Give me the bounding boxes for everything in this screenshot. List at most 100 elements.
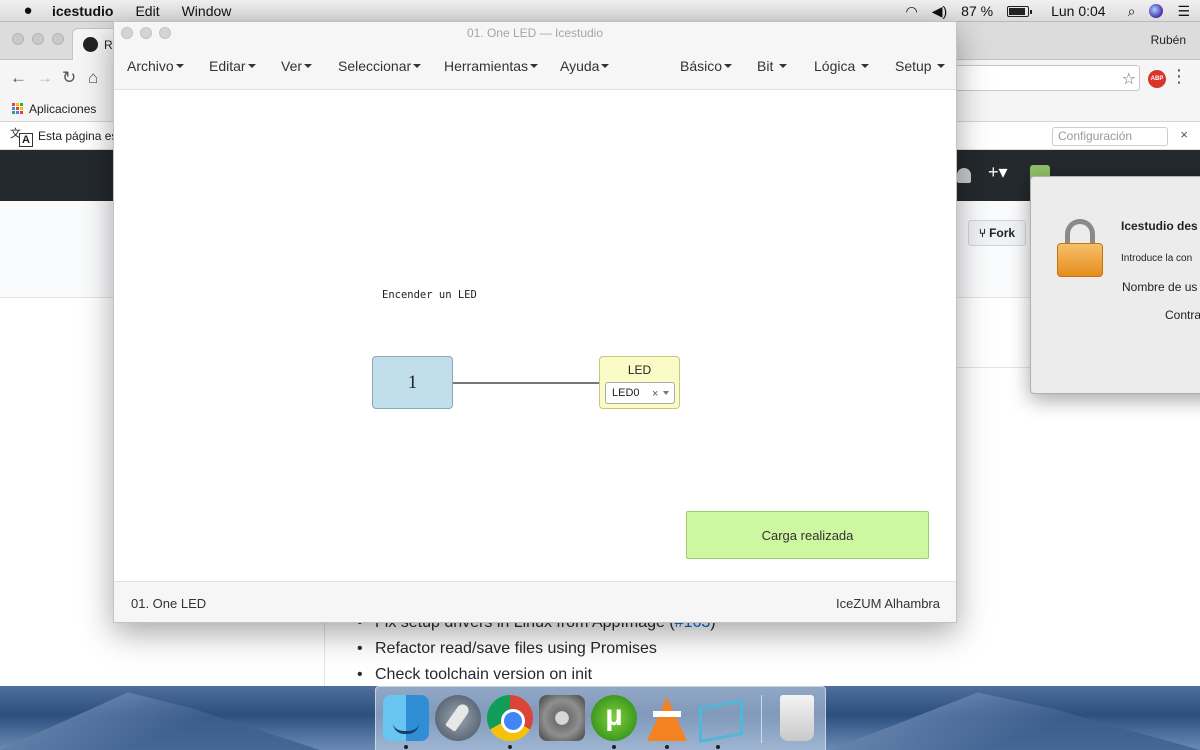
fork-icon: ⑂ — [978, 226, 987, 240]
menu-label: Ver — [281, 58, 303, 74]
led-output-block[interactable]: LED LED0 × — [599, 356, 680, 409]
trash-icon[interactable] — [780, 695, 814, 741]
menu-setup[interactable]: Setup — [895, 58, 946, 74]
translate-config-select[interactable]: Configuración — [1052, 127, 1168, 146]
battery-icon[interactable] — [1007, 5, 1033, 17]
macos-menubar: ● icestudio Edit Window ◠ ◀) 87 % Lun 0:… — [0, 0, 1200, 22]
caret-down-icon — [861, 64, 870, 68]
menu-herramientas[interactable]: Herramientas — [444, 58, 539, 74]
clear-icon[interactable]: × — [652, 384, 658, 404]
chrome-icon[interactable] — [487, 695, 533, 741]
finder-icon[interactable] — [383, 695, 429, 741]
chrome-menu-icon[interactable]: ⋮ — [1170, 66, 1188, 87]
system-preferences-icon[interactable] — [539, 695, 585, 741]
auth-dialog: Icestudio des Introduce la con Nombre de… — [1030, 176, 1200, 394]
menu-label: Básico — [680, 58, 723, 74]
upload-success-toast[interactable]: Carga realizada — [686, 511, 929, 559]
menu-ver[interactable]: Ver — [281, 58, 313, 74]
window-zoom-button[interactable] — [159, 27, 171, 39]
launchpad-icon[interactable] — [435, 695, 481, 741]
chrome-close-button[interactable] — [12, 33, 24, 45]
clock[interactable]: Lun 0:04 — [1051, 3, 1106, 19]
caret-down-icon — [413, 64, 422, 68]
changelog-list: Fix setup drivers in Linux from AppImage… — [355, 613, 716, 691]
running-indicator — [665, 745, 669, 749]
menu-label: Setup — [895, 58, 932, 74]
wallpaper-mountain — [0, 692, 320, 750]
lock-icon — [1057, 219, 1103, 277]
chrome-zoom-button[interactable] — [52, 33, 64, 45]
reload-icon[interactable]: ↻ — [62, 68, 76, 88]
battery-percent[interactable]: 87 % — [961, 3, 993, 19]
caret-down-icon — [937, 64, 946, 68]
menubar-status-area: ◠ ◀) 87 % Lun 0:04 ⌕ ☰ — [906, 0, 1190, 22]
icestudio-statusbar: 01. One LED IceZUM Alhambra — [114, 581, 956, 622]
menu-label: Editar — [209, 58, 246, 74]
notification-center-icon[interactable]: ☰ — [1177, 3, 1190, 20]
menubar-window[interactable]: Window — [182, 3, 232, 19]
utorrent-icon[interactable] — [591, 695, 637, 741]
menu-bit[interactable]: Bit — [757, 58, 788, 74]
bookmark-star-icon[interactable]: ☆ — [1122, 69, 1136, 89]
wallpaper-mountain — [830, 692, 1200, 750]
translate-message: Esta página es — [38, 128, 118, 143]
menu-logica[interactable]: Lógica — [814, 58, 870, 74]
spotlight-icon[interactable]: ⌕ — [1128, 3, 1136, 20]
window-close-button[interactable] — [121, 27, 133, 39]
running-indicator — [716, 745, 720, 749]
bookmark-apps[interactable]: Aplicaciones — [29, 102, 96, 116]
running-indicator — [612, 745, 616, 749]
fork-button[interactable]: ⑂ Fork — [968, 220, 1026, 246]
back-icon[interactable]: ← — [10, 68, 27, 88]
new-menu-icon[interactable]: +▾ — [988, 162, 1008, 183]
menubar-edit[interactable]: Edit — [135, 3, 159, 19]
wire[interactable] — [453, 382, 599, 384]
icestudio-window: 01. One LED — Icestudio Archivo Editar V… — [113, 21, 957, 623]
icestudio-icon[interactable] — [695, 695, 741, 741]
apps-grid-icon — [12, 102, 24, 115]
menubar-app-name[interactable]: icestudio — [52, 3, 113, 19]
constant-block[interactable]: 1 — [372, 356, 453, 409]
wifi-icon[interactable]: ◠ — [906, 3, 918, 20]
chrome-profile-name[interactable]: Rubén — [1151, 33, 1186, 47]
chevron-down-icon[interactable] — [663, 391, 669, 395]
menu-seleccionar[interactable]: Seleccionar — [338, 58, 422, 74]
menu-label: Lógica — [814, 58, 856, 74]
menu-label: Bit — [757, 58, 774, 74]
adblock-icon[interactable]: ABP — [1148, 70, 1166, 88]
window-minimize-button[interactable] — [140, 27, 152, 39]
forward-icon[interactable]: → — [36, 68, 53, 88]
menu-label: Archivo — [127, 58, 174, 74]
icestudio-titlebar: 01. One LED — Icestudio — [114, 22, 956, 44]
chrome-minimize-button[interactable] — [32, 33, 44, 45]
comment-block[interactable]: Encender un LED — [382, 289, 477, 301]
caret-down-icon — [724, 64, 733, 68]
volume-icon[interactable]: ◀) — [932, 3, 947, 20]
caret-down-icon — [530, 64, 539, 68]
running-indicator — [508, 745, 512, 749]
caret-down-icon — [247, 64, 256, 68]
caret-down-icon — [304, 64, 313, 68]
apple-icon[interactable]: ● — [18, 2, 38, 19]
menu-ayuda[interactable]: Ayuda — [560, 58, 610, 74]
notifications-bell-icon[interactable] — [957, 168, 971, 183]
design-canvas[interactable]: Encender un LED 1 LED LED0 × Carga reali… — [114, 90, 956, 581]
menu-archivo[interactable]: Archivo — [127, 58, 184, 74]
home-icon[interactable]: ⌂ — [88, 68, 98, 88]
pin-select-value: LED0 — [612, 387, 640, 399]
board-name[interactable]: IceZUM Alhambra — [836, 596, 940, 611]
fork-label: Fork — [989, 226, 1016, 240]
pin-select[interactable]: LED0 × — [605, 382, 675, 404]
vlc-icon[interactable] — [647, 697, 687, 741]
menu-editar[interactable]: Editar — [209, 58, 256, 74]
led-block-label: LED — [627, 363, 652, 377]
translate-close-icon[interactable]: × — [1180, 127, 1188, 142]
siri-icon[interactable] — [1149, 4, 1164, 18]
caret-down-icon — [779, 64, 788, 68]
caret-down-icon — [601, 64, 610, 68]
menu-label: Herramientas — [444, 58, 529, 74]
running-indicator — [404, 745, 408, 749]
translate-icon: 文A — [10, 125, 33, 147]
dock — [375, 686, 826, 750]
menu-basico[interactable]: Básico — [680, 58, 733, 74]
